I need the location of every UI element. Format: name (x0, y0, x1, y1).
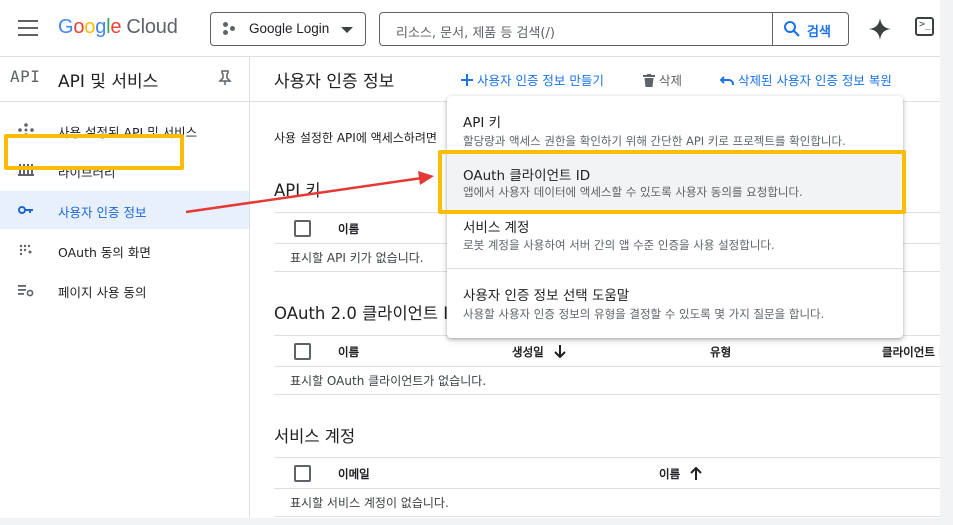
app-window: Google Cloud Google Login 리소스, 문서, 제품 등 검… (0, 0, 940, 518)
annotation-arrow (185, 171, 434, 214)
